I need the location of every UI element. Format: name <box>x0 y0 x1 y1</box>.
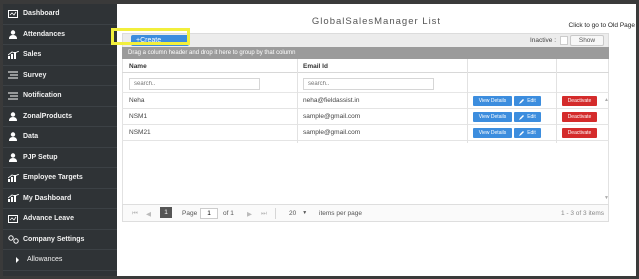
edit-label: Edit <box>527 98 536 104</box>
list-icon <box>7 91 19 100</box>
column-header-email[interactable]: Email Id <box>303 63 328 70</box>
edit-label: Edit <box>527 130 536 136</box>
sidebar-item-label: Attendances <box>23 30 66 38</box>
dashboard-icon <box>7 9 19 18</box>
sidebar-item-pjp-setup[interactable]: PJP Setup <box>3 148 117 168</box>
sidebar-item-dashboard[interactable]: Dashboard <box>3 4 117 25</box>
table-row: Neha neha@fieldassist.in View Details Ed… <box>122 93 609 109</box>
sidebar-item-label: Allowances <box>27 256 63 264</box>
next-page-icon[interactable]: ▶ <box>247 210 252 218</box>
user-icon <box>7 132 19 142</box>
data-grid: Name Email Id Neha neha@fieldassist.in V… <box>122 59 609 141</box>
deactivate-button[interactable]: Deactivate <box>562 96 597 106</box>
prev-page-icon[interactable]: ◀ <box>146 210 151 218</box>
show-inactive-toggle[interactable]: Show <box>570 35 604 46</box>
sidebar-item-label: Survey <box>23 71 47 79</box>
chevron-right-icon <box>11 255 23 264</box>
sidebar-item-allowances[interactable]: Allowances <box>3 250 117 271</box>
user-icon <box>7 30 19 39</box>
settings-icon <box>7 235 19 244</box>
edit-button[interactable]: Edit <box>514 112 541 122</box>
sidebar-item-data[interactable]: Data <box>3 127 117 148</box>
sidebar-item-label: Sales <box>23 51 42 59</box>
sidebar-item-label: Notification <box>23 92 62 100</box>
list-icon <box>7 71 19 80</box>
sidebar-item-survey[interactable]: Survey <box>3 66 117 86</box>
cell-name: NSM21 <box>129 129 151 136</box>
table-row: NSM21 sample@gmail.com View Details Edit… <box>122 125 609 141</box>
inactive-toggle-knob[interactable] <box>560 36 568 45</box>
sidebar-item-label: Dashboard <box>23 10 60 18</box>
page-of-label: of 1 <box>223 210 234 217</box>
items-per-page-label: items per page <box>319 210 362 217</box>
email-filter-input[interactable] <box>303 78 434 90</box>
sidebar-item-attendances[interactable]: Attendances <box>3 25 117 45</box>
sidebar-item-label: ZonalProducts <box>23 112 73 120</box>
cell-name: NSM1 <box>129 113 148 120</box>
create-highlight-box <box>111 28 190 45</box>
chart-icon <box>7 50 19 59</box>
cell-email: sample@gmail.com <box>303 113 361 120</box>
view-details-button[interactable]: View Details <box>473 128 512 138</box>
table-row: NSM1 sample@gmail.com View Details Edit … <box>122 109 609 125</box>
sidebar-item-notification[interactable]: Notification <box>3 86 117 107</box>
pencil-icon <box>519 99 525 104</box>
page-number-button[interactable]: 1 <box>160 207 172 218</box>
grid-header-row: Name Email Id <box>122 59 609 73</box>
sidebar: Dashboard Attendances Sales Survey Notif… <box>3 4 117 276</box>
sidebar-item-advance-leave[interactable]: Advance Leave <box>3 209 117 230</box>
pencil-icon <box>519 115 525 120</box>
sidebar-item-zonalproducts[interactable]: ZonalProducts <box>3 107 117 127</box>
deactivate-button[interactable]: Deactivate <box>562 112 597 122</box>
chart-icon <box>7 173 19 182</box>
sidebar-item-sales[interactable]: Sales <box>3 45 117 66</box>
inactive-label: Inactive : <box>529 37 556 44</box>
chevron-down-icon: ▼ <box>302 210 308 216</box>
view-details-button[interactable]: View Details <box>473 96 512 106</box>
cell-name: Neha <box>129 97 145 104</box>
sidebar-item-label: My Dashboard <box>23 194 72 202</box>
dashboard-icon <box>7 214 19 223</box>
scroll-up-arrow-icon[interactable]: ▲ <box>604 97 609 103</box>
user-icon <box>7 112 19 121</box>
name-filter-input[interactable] <box>129 78 260 90</box>
cell-email: sample@gmail.com <box>303 129 361 136</box>
column-divider <box>297 59 298 143</box>
sidebar-item-label: PJP Setup <box>23 153 58 161</box>
last-page-icon[interactable]: ⏭ <box>261 210 267 218</box>
grid-toolbar: +Create Inactive : Show <box>122 33 609 48</box>
column-header-name[interactable]: Name <box>129 63 147 70</box>
scroll-down-arrow-icon[interactable]: ▼ <box>604 195 609 201</box>
chart-icon <box>7 194 19 203</box>
sidebar-item-label: Advance Leave <box>23 215 74 223</box>
edit-button[interactable]: Edit <box>514 128 541 138</box>
sidebar-item-label: Company Settings <box>23 235 85 243</box>
column-divider <box>556 59 557 143</box>
deactivate-button[interactable]: Deactivate <box>562 128 597 138</box>
user-icon <box>7 153 19 162</box>
edit-label: Edit <box>527 114 536 120</box>
grid-filter-row <box>122 73 609 93</box>
grid-pager: ⏮ ◀ 1 Page of 1 ▶ ⏭ 20 ▼ items per page 1… <box>122 204 609 222</box>
page-label: Page <box>182 210 198 217</box>
page-input[interactable] <box>200 208 218 219</box>
sidebar-item-employee-targets[interactable]: Employee Targets <box>3 168 117 189</box>
cell-email: neha@fieldassist.in <box>303 97 360 104</box>
edit-button[interactable]: Edit <box>514 96 541 106</box>
sidebar-item-my-dashboard[interactable]: My Dashboard <box>3 189 117 209</box>
view-details-button[interactable]: View Details <box>473 112 512 122</box>
sidebar-item-company-settings[interactable]: Company Settings <box>3 230 117 250</box>
page-size-value: 20 <box>289 209 297 217</box>
old-page-link[interactable]: Click to go to Old Page <box>569 22 635 29</box>
sidebar-item-label: Data <box>23 133 39 141</box>
pencil-icon <box>519 131 525 136</box>
column-divider <box>467 59 468 143</box>
first-page-icon[interactable]: ⏮ <box>132 210 138 218</box>
pager-summary: 1 - 3 of 3 items <box>561 210 604 217</box>
page-title: GlobalSalesManager List <box>311 16 442 27</box>
pager-separator <box>275 208 276 219</box>
sidebar-item-label: Employee Targets <box>23 174 83 182</box>
group-drop-area[interactable]: Drag a column header and drop it here to… <box>122 47 609 59</box>
page-size-select[interactable]: 20 ▼ <box>285 207 315 219</box>
